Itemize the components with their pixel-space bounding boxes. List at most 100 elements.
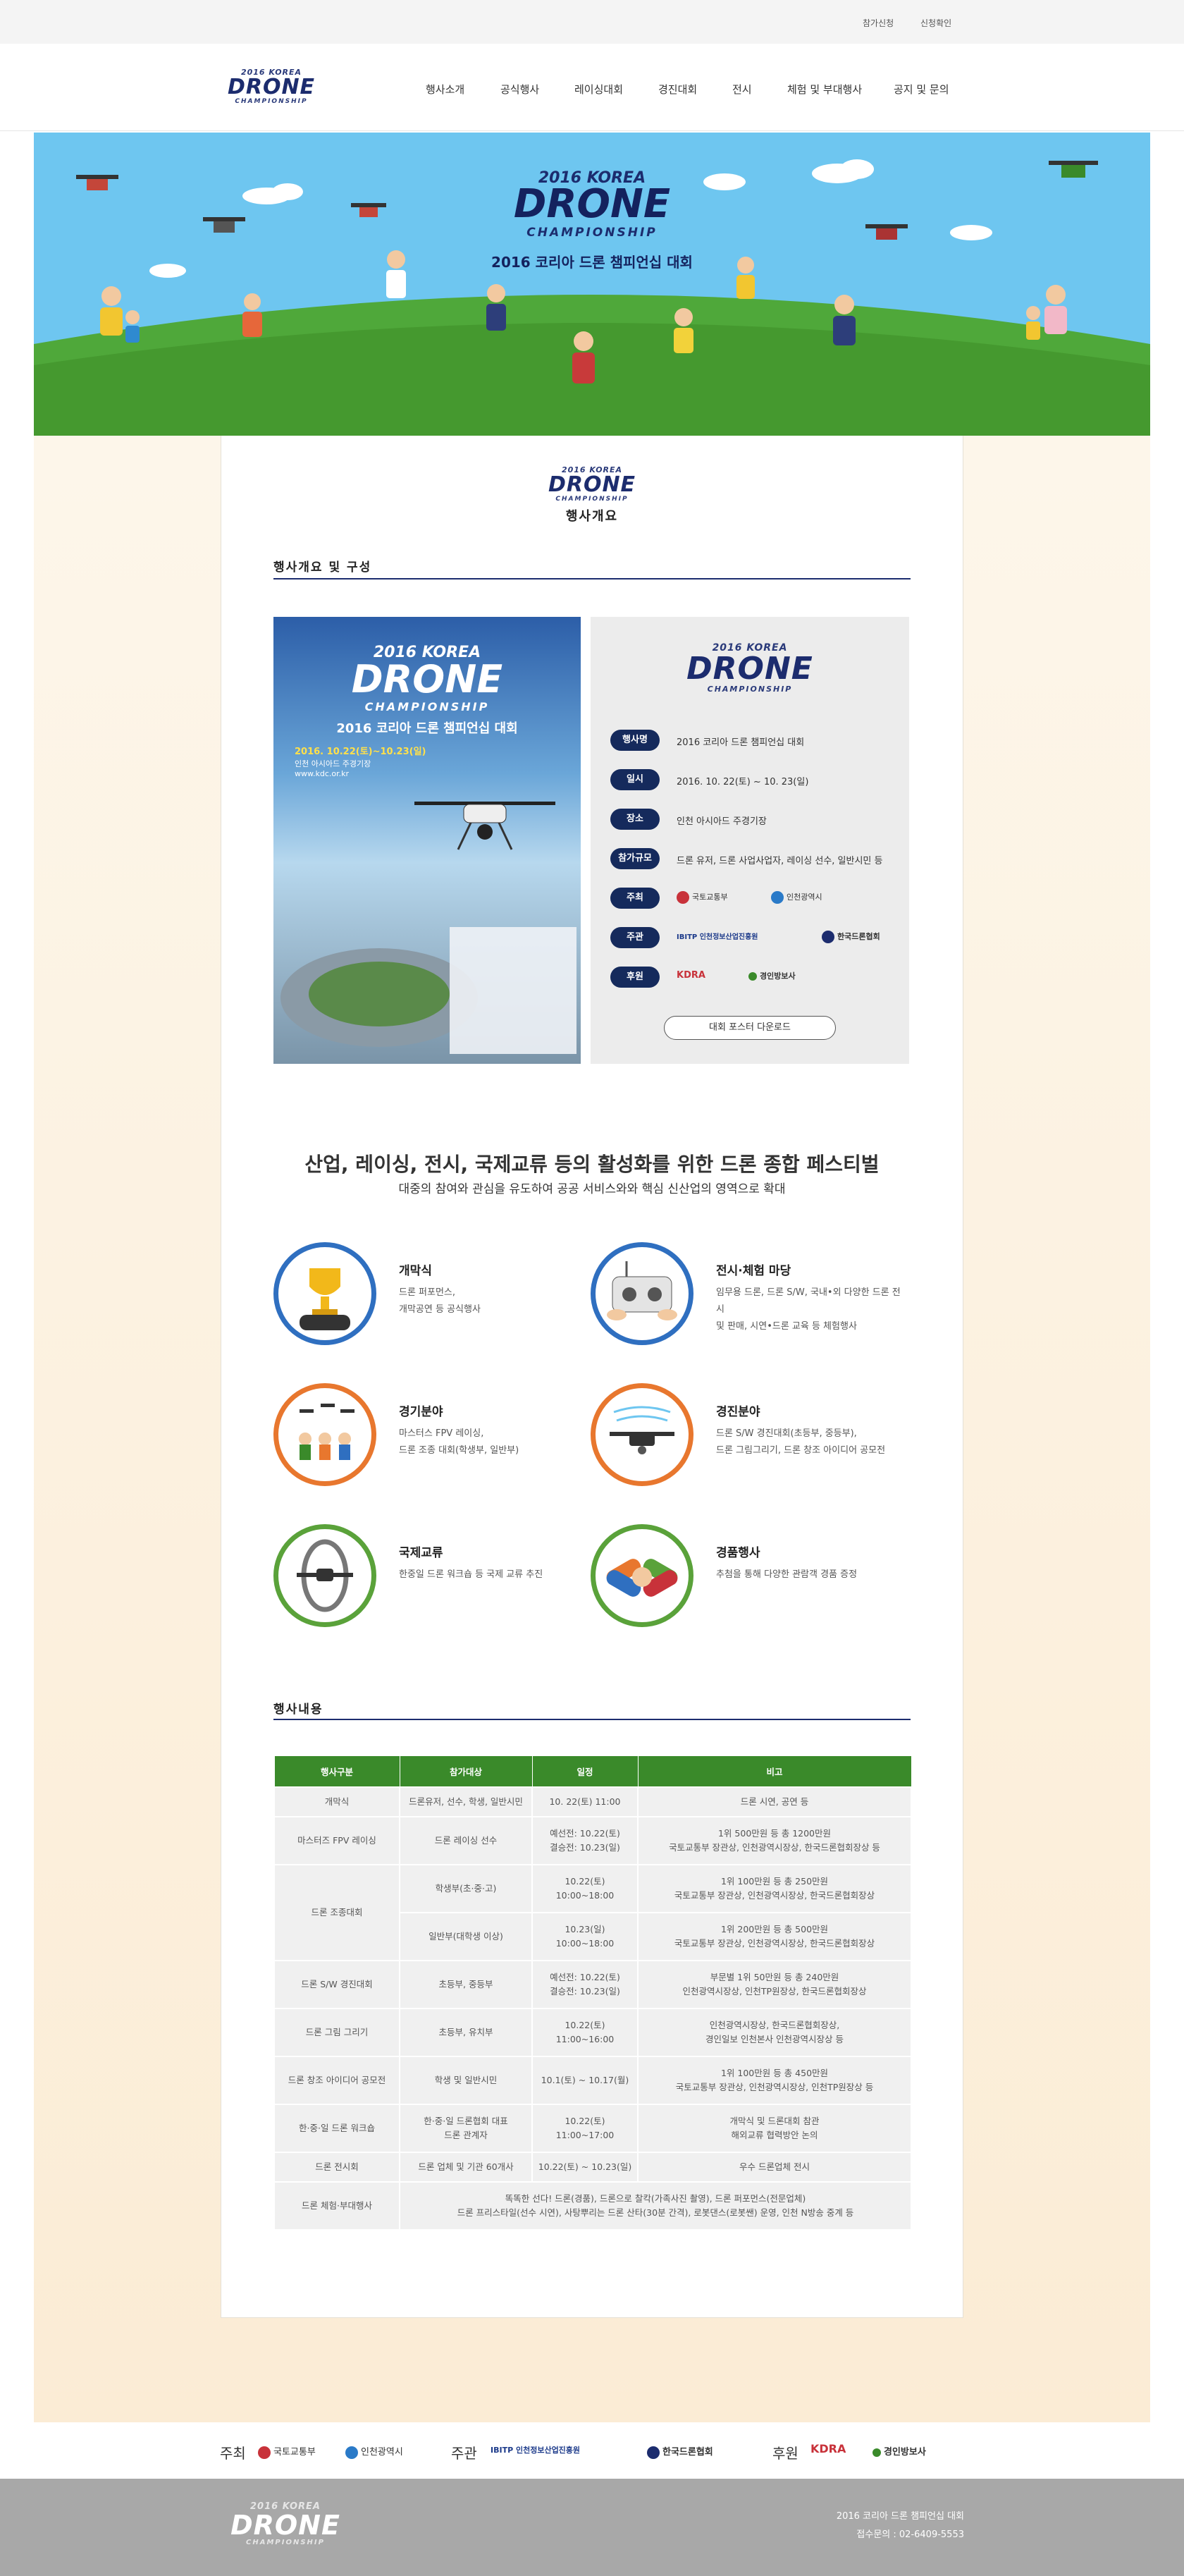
apply-check-link[interactable]: 신청확인 (920, 17, 951, 29)
nav-item-exhibition[interactable]: 전시 (732, 82, 752, 97)
feature-desc: 한중일 드론 워크숍 등 국제 교류 추진 (399, 1569, 543, 1580)
footer-contact: 접수문의 : 02-6409-5553 (856, 2529, 964, 2540)
table-row: 드론 S/W 경진대회 초등부, 중등부 예선전: 10.22(토) 결승전: … (273, 1959, 912, 2009)
table-cell: 똑똑한 선다! 드론(경품), 드론으로 찰칵(가족사진 촬영), 드론 퍼포먼… (399, 2181, 912, 2231)
table-row: 드론 전시회 드론 업체 및 기관 60개사 10.22(토) ~ 10.23(… (273, 2151, 912, 2183)
table-header: 비고 (637, 1755, 912, 1787)
host-logo-molit: 국토교통부 (677, 891, 728, 904)
festival-subheadline: 대중의 참여와 관심을 유도하여 공공 서비스와와 핵심 신산업의 영역으로 확… (398, 1182, 786, 1196)
info-row-host: 주최 국토교통부 인천광역시 (610, 888, 892, 909)
organizer-logo-ibitp: IBITP 인천정보산업진흥원 (677, 933, 758, 941)
info-value: 2016. 10. 22(토) ~ 10. 23(일) (677, 777, 809, 787)
sponsor-host-incheon: 인천광역시 (345, 2444, 403, 2459)
page-title: 행사개요 (565, 509, 619, 524)
schedule-section-title: 행사내용 (273, 1703, 323, 1717)
nav-item-contest[interactable]: 경진대회 (658, 82, 697, 97)
table-cell: 초등부, 중등부 (399, 1959, 533, 2009)
info-row-organizer: 주관 IBITP 인천정보산업진흥원 한국드론협회 (610, 927, 899, 948)
sponsor-support-label: 후원 (772, 2445, 798, 2462)
info-logo-line2: DRONE (686, 651, 813, 687)
feature-opening: 개막식 드론 퍼포먼스, 개막공연 등 공식행사 (273, 1242, 584, 1348)
sponsor-logo-kdra: KDRA (677, 970, 705, 981)
poster-drone-image (280, 802, 576, 1054)
info-label: 장소 (610, 809, 660, 830)
feature-title: 경진분야 (716, 1405, 760, 1419)
hero-title-line3: CHAMPIONSHIP (526, 226, 658, 240)
table-cell: 개막식 및 드론대회 참관 해외교류 협력방안 논의 (637, 2103, 912, 2153)
table-cell: 10.22(토) ~ 10.23(일) (531, 2151, 639, 2183)
emblem-icon (822, 931, 834, 943)
feature-title: 국제교류 (399, 1546, 443, 1560)
sponsor-host-molit: 국토교통부 (258, 2444, 316, 2459)
info-label: 행사명 (610, 730, 660, 751)
emblem-icon (647, 2446, 660, 2459)
table-cell: 개막식 (273, 1786, 400, 1817)
emblem-icon (872, 2448, 881, 2457)
schedule-table: 행사구분 참가대상 일정 비고 개막식 드론유저, 선수, 학생, 일반시민 1… (273, 1755, 912, 2231)
footer-event-name: 2016 코리아 드론 챔피언십 대회 (836, 2511, 964, 2522)
info-value: 인천 아시아드 주경기장 (677, 816, 767, 827)
table-cell: 일반부(대학생 이상) (399, 1911, 533, 1961)
table-row: 개막식 드론유저, 선수, 학생, 일반시민 10. 22(토) 11:00 드… (273, 1786, 912, 1817)
sponsor-organizer-kdra: 한국드론협회 (647, 2444, 713, 2459)
table-cell: 10. 22(토) 11:00 (531, 1786, 639, 1817)
emblem-icon (345, 2446, 358, 2459)
table-cell: 예선전: 10.22(토) 결승전: 10.23(일) (531, 1815, 639, 1865)
organizer-logo-kdra: 한국드론협회 (822, 931, 880, 943)
feature-desc: 드론 S/W 경진대회(초등부, 중등부), 드론 그림그리기, 드론 창조 아… (716, 1428, 886, 1456)
download-poster-button[interactable]: 대회 포스터 다운로드 (664, 1016, 836, 1040)
emblem-icon (677, 891, 689, 904)
info-label: 주관 (610, 927, 660, 948)
table-row: 드론 체험·부대행사 똑똑한 선다! 드론(경품), 드론으로 찰칵(가족사진 … (273, 2181, 912, 2231)
controller-icon (591, 1242, 693, 1345)
hero-title-line2: DRONE (513, 181, 671, 227)
table-cell: 드론 조종대회 (273, 1863, 400, 1961)
event-poster: 2016 KOREA DRONE CHAMPIONSHIP 2016 코리아 드… (273, 617, 581, 1064)
info-label: 참가규모 (610, 848, 660, 869)
nav-item-official[interactable]: 공식행사 (500, 82, 539, 97)
intro-logo-line2: DRONE (548, 472, 636, 497)
sponsor-support-kdra: KDRA (810, 2442, 846, 2455)
table-row: 드론 그림 그리기 초등부, 유치부 10.22(토) 11:00~16:00 … (273, 2007, 912, 2057)
table-cell: 예선전: 10.22(토) 결승전: 10.23(일) (531, 1959, 639, 2009)
sponsor-support-kyeongin: 경인방보사 (872, 2444, 926, 2458)
nav-item-notice[interactable]: 공지 및 문의 (894, 82, 949, 97)
table-header: 일정 (531, 1755, 639, 1787)
table-cell: 드론 전시회 (273, 2151, 400, 2183)
table-cell: 학생 및 일반시민 (399, 2055, 533, 2105)
table-cell: 1위 100만원 등 총 250만원 국토교통부 장관상, 인천광역시장상, 한… (637, 1863, 912, 1913)
site-header: 2016 KOREA DRONE CHAMPIONSHIP 행사소개 공식행사 … (0, 44, 1184, 131)
table-cell: 1위 500만원 등 총 1200만원 국토교통부 장관상, 인천광역시장상, … (637, 1815, 912, 1865)
table-cell: 부문별 1위 50만원 등 총 240만원 인천광역시장상, 인천TP원장상, … (637, 1959, 912, 2009)
overview-divider (273, 578, 911, 579)
nav-item-intro[interactable]: 행사소개 (426, 82, 464, 97)
table-cell: 드론 체험·부대행사 (273, 2181, 400, 2231)
emblem-icon (771, 891, 784, 904)
nav-item-experience[interactable]: 체험 및 부대행사 (787, 82, 862, 97)
nav-item-racing[interactable]: 레이싱대회 (574, 82, 623, 97)
intro-logo: 2016 KOREA DRONE CHAMPIONSHIP (539, 465, 645, 503)
event-info-box: 2016 KOREA DRONE CHAMPIONSHIP 행사명 2016 코… (591, 617, 909, 1064)
table-row: 드론 조종대회 학생부(초·중·고) 10.22(토) 10:00~18:00 … (273, 1863, 912, 1961)
table-cell: 1위 100만원 등 총 450만원 국토교통부 장관상, 인천광역시장상, 인… (637, 2055, 912, 2105)
overview-section-title: 행사개요 및 구성 (273, 560, 372, 575)
site-footer: 2016 KOREA DRONE CHAMPIONSHIP 2016 코리아 드… (0, 2479, 1184, 2576)
site-logo[interactable]: 2016 KOREA DRONE CHAMPIONSHIP (218, 68, 324, 105)
feature-giveaway: 경품행사 추첨을 통해 다양한 관람객 경품 증정 (591, 1524, 901, 1630)
sponsors-bar: 주최 국토교통부 인천광역시 주관 IBITP 인천정보산업진흥원 한국드론협회… (0, 2422, 1184, 2479)
table-cell: 드론 시연, 공연 등 (637, 1786, 912, 1817)
table-header: 참가대상 (399, 1755, 533, 1787)
hands-icon (591, 1524, 693, 1627)
feature-desc: 추첨을 통해 다양한 관람객 경품 증정 (716, 1569, 858, 1580)
sponsor-logo-kyeongin: 경인방보사 (748, 970, 796, 981)
info-value: 드론 유저, 드론 사업사업자, 레이싱 선수, 일반시민 등 (677, 856, 883, 866)
sponsor-organizer-ibitp: IBITP 인천정보산업진흥원 (491, 2446, 581, 2455)
apply-link[interactable]: 참가신청 (863, 17, 894, 29)
info-label: 일시 (610, 769, 660, 790)
footer-logo: 2016 KOREA DRONE CHAMPIONSHIP (218, 2501, 352, 2546)
feature-contest: 경진분야 드론 S/W 경진대회(초등부, 중등부), 드론 그림그리기, 드론… (591, 1383, 901, 1489)
info-row-sponsor: 후원 KDRA 경인방보사 (610, 967, 892, 988)
host-logo-incheon: 인천광역시 (771, 891, 822, 904)
feature-title: 전시·체험 마당 (716, 1264, 791, 1278)
logo-line2: DRONE (227, 75, 316, 99)
